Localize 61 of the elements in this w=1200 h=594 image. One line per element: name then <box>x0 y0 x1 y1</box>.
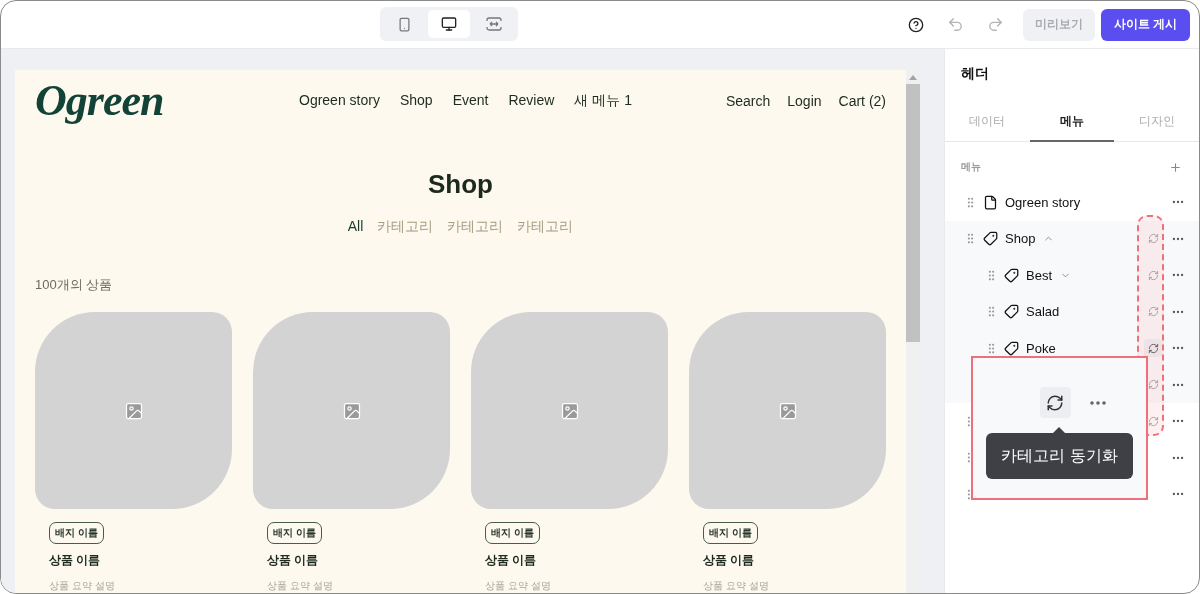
sync-icon <box>1147 415 1159 427</box>
image-icon <box>341 400 362 421</box>
product-badge: 배지 이름 <box>703 522 758 544</box>
tag-icon <box>983 231 998 247</box>
product-name: 상품 이름 <box>49 552 101 569</box>
nav-link[interactable]: Cart (2) <box>838 92 886 109</box>
nav-link[interactable]: 새 메뉴 1 <box>574 91 632 110</box>
sync-button[interactable] <box>1039 387 1071 418</box>
redo-icon <box>987 16 1005 33</box>
device-button[interactable] <box>427 10 471 38</box>
undo-icon <box>947 16 965 33</box>
product-summary: 상품 요약 설명 <box>267 579 333 593</box>
tooltip: 카테고리 동기화 <box>986 433 1133 479</box>
image-icon <box>559 400 580 421</box>
image-icon <box>123 400 144 421</box>
product-name: 상품 이름 <box>485 552 537 569</box>
page-title: Shop <box>427 169 494 200</box>
section-label: 메뉴 <box>961 160 981 174</box>
nav-link[interactable]: Login <box>787 92 822 109</box>
mobile-icon <box>396 16 412 32</box>
product-summary: 상품 요약 설명 <box>49 579 115 593</box>
category-tab[interactable]: All <box>347 218 364 236</box>
sync-icon <box>1147 269 1159 281</box>
help-icon <box>907 16 924 33</box>
nav-link[interactable]: Shop <box>399 91 433 110</box>
panel-tab[interactable]: 메뉴 <box>1029 103 1115 142</box>
menu-item-label[interactable]: Shop <box>1005 231 1036 247</box>
nav-link[interactable]: Search <box>725 92 771 109</box>
panel-title: 헤더 <box>960 64 990 83</box>
product-count: 100개의 상품 <box>35 276 114 294</box>
product-summary: 상품 요약 설명 <box>485 579 551 593</box>
sync-icon <box>1147 379 1159 391</box>
product-badge: 배지 이름 <box>267 522 322 544</box>
product-badge: 배지 이름 <box>485 522 540 544</box>
tag-icon <box>1004 340 1019 356</box>
publish-button[interactable]: 사이트 게시 <box>1100 8 1190 41</box>
tag-icon <box>1004 267 1019 283</box>
nav-link[interactable]: Event <box>452 91 489 110</box>
fit-width-icon <box>485 17 502 31</box>
nav-link[interactable]: Review <box>508 91 555 110</box>
page-icon <box>983 194 998 210</box>
desktop-icon <box>441 16 457 32</box>
image-icon <box>777 400 798 421</box>
scrollbar[interactable] <box>906 70 920 593</box>
nav-link[interactable]: Ogreen story <box>299 91 380 110</box>
add-icon[interactable] <box>1169 160 1182 174</box>
product-badge: 배지 이름 <box>49 522 104 544</box>
more-icon <box>1089 400 1106 405</box>
menu-item-label[interactable]: Ogreen story <box>1005 194 1081 210</box>
sync-icon <box>1147 342 1159 354</box>
logo[interactable]: Ogreen <box>35 75 299 126</box>
sync-icon <box>1147 306 1159 318</box>
menu-item-label[interactable]: Best <box>1026 267 1052 283</box>
product-name: 상품 이름 <box>703 552 755 569</box>
menu-item-label[interactable]: Poke <box>1026 340 1056 356</box>
tag-icon <box>1004 304 1019 320</box>
menu-item-label[interactable]: Salad <box>1026 304 1060 320</box>
sync-icon <box>1046 393 1064 412</box>
sync-icon <box>1147 233 1159 245</box>
product-summary: 상품 요약 설명 <box>703 579 769 593</box>
product-name: 상품 이름 <box>267 552 319 569</box>
